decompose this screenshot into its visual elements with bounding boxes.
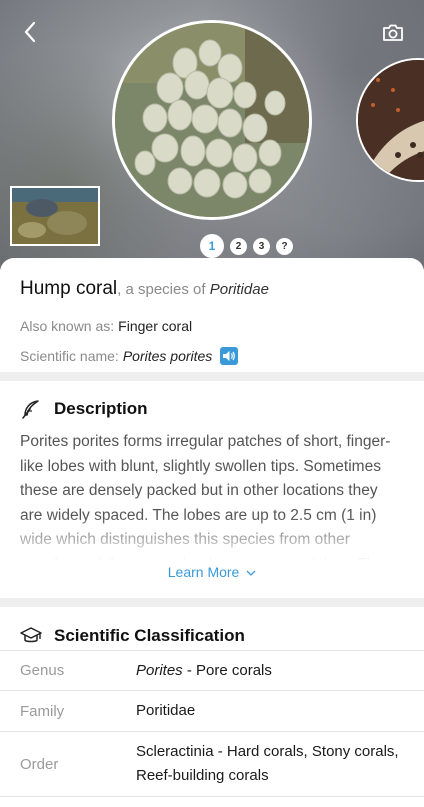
species-of-prefix: , a species of (117, 281, 210, 298)
section-divider (0, 372, 424, 381)
description-heading: Description (54, 399, 148, 418)
page-dot-help[interactable]: ? (276, 237, 293, 255)
row-value: Poritidae (136, 702, 196, 719)
scientific-name-value: Porites porites (122, 348, 213, 364)
photo-gallery: 1 2 3 ? (0, 0, 424, 270)
page-dot-2[interactable]: 2 (230, 237, 247, 255)
reef-thumbnail-image (12, 188, 98, 244)
camera-button[interactable] (378, 18, 408, 48)
back-button[interactable] (16, 18, 44, 46)
pronounce-button[interactable] (220, 347, 239, 365)
family-link[interactable]: Poritidae (210, 281, 269, 298)
common-name: Hump coral (20, 278, 118, 299)
learn-more-button[interactable]: Learn More (0, 564, 424, 580)
row-key: Family (20, 702, 65, 720)
classification-header: Scientific Classification (20, 625, 245, 647)
thumbnail-photo[interactable] (10, 186, 100, 246)
description-header: Description (20, 398, 148, 420)
table-row: Genus Porites - Pore corals (0, 650, 424, 690)
aka-value: Finger coral (118, 318, 193, 334)
coral-image (115, 23, 309, 217)
feather-icon (20, 398, 42, 420)
row-key: Genus (20, 662, 65, 679)
page-dot-3[interactable]: 3 (253, 237, 270, 255)
main-coral-photo[interactable] (112, 20, 312, 220)
graduation-cap-icon (20, 625, 42, 647)
learn-more-label: Learn More (167, 564, 240, 580)
gallery-pagination: 1 2 3 ? (200, 234, 293, 258)
classification-table: Genus Porites - Pore corals Family Porit… (0, 650, 424, 797)
row-key: Order (20, 755, 59, 773)
speaker-icon (223, 351, 236, 361)
species-card: Hump coral, a species of Poritidae Also … (0, 258, 424, 807)
row-value: Porites - Pore corals (136, 661, 272, 679)
chevron-down-icon (246, 570, 256, 576)
species-title: Hump coral, a species of Poritidae (20, 276, 404, 303)
table-row: Order Scleractinia - Hard corals, Stony … (0, 731, 424, 797)
table-row: Family Poritidae (0, 690, 424, 731)
camera-icon (383, 24, 403, 41)
scientific-name-row: Scientific name: Porites porites (20, 347, 404, 365)
scientific-name-label: Scientific name: (20, 348, 119, 364)
classification-heading: Scientific Classification (54, 626, 245, 645)
page-dot-1[interactable]: 1 (200, 234, 224, 258)
section-divider (0, 598, 424, 607)
row-value: Scleractinia - Hard corals, Stony corals… (136, 743, 399, 784)
species-header: Hump coral, a species of Poritidae Also … (0, 258, 424, 365)
aka-label: Also known as: (20, 318, 115, 334)
aka-row: Also known as: Finger coral (20, 317, 404, 335)
chevron-left-icon (24, 21, 36, 43)
description-fade (0, 516, 424, 566)
